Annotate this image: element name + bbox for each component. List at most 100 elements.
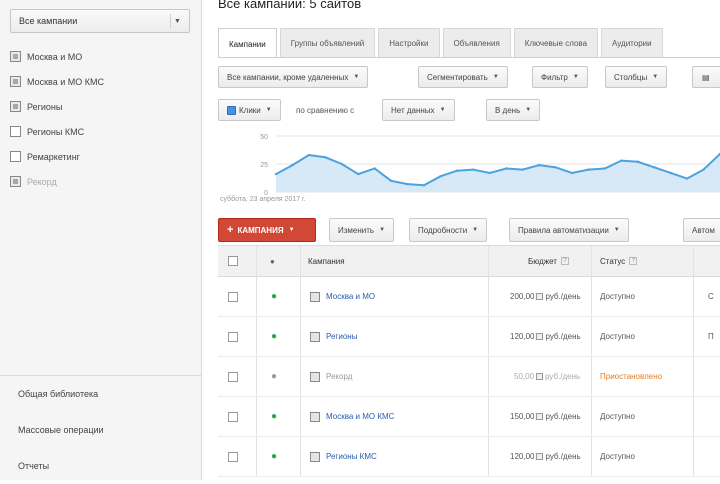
sidebar-item-regions[interactable]: Регионы bbox=[10, 94, 190, 119]
status-filter-dropdown[interactable]: Все кампании, кроме удаленных ▼ bbox=[218, 66, 369, 88]
campaign-link[interactable]: Регионы КМС bbox=[326, 452, 377, 461]
chevron-down-icon: ▼ bbox=[613, 227, 620, 233]
chart-point[interactable] bbox=[324, 156, 327, 159]
bulk-operations-link[interactable]: Массовые операции bbox=[0, 412, 202, 448]
select-all-checkbox[interactable] bbox=[228, 246, 238, 276]
chart-point[interactable] bbox=[505, 167, 508, 170]
chart-point[interactable] bbox=[373, 167, 376, 170]
table-header: ● Кампания Бюджет? Статус? bbox=[218, 245, 720, 277]
chart-point[interactable] bbox=[554, 166, 557, 169]
details-dropdown[interactable]: Подробности ▼ bbox=[409, 218, 488, 242]
help-icon[interactable]: ? bbox=[629, 257, 638, 265]
chart-point[interactable] bbox=[702, 168, 705, 171]
edit-icon[interactable] bbox=[536, 293, 544, 300]
row-checkbox[interactable] bbox=[228, 397, 238, 436]
status-column-header[interactable]: ● bbox=[270, 246, 275, 276]
compare-metric-dropdown[interactable]: Нет данных ▼ bbox=[382, 99, 455, 121]
sidebar-item-record[interactable]: Рекорд bbox=[10, 169, 190, 194]
campaign-link[interactable]: Регионы bbox=[326, 332, 357, 341]
campaign-type-icon bbox=[310, 331, 320, 342]
row-checkbox[interactable] bbox=[228, 357, 238, 396]
campaign-column-header[interactable]: Кампания bbox=[308, 246, 345, 276]
edit-icon[interactable] bbox=[536, 453, 544, 460]
chart-point[interactable] bbox=[653, 166, 656, 169]
tab-keywords[interactable]: Ключевые слова bbox=[513, 28, 599, 57]
table-row[interactable]: ● Москва и МО 200,00 руб./день Доступно С bbox=[218, 277, 720, 317]
table-row[interactable]: ● Регионы 120,00 руб./день Доступно П bbox=[218, 317, 720, 357]
tab-ads[interactable]: Объявления bbox=[442, 28, 511, 57]
column-divider bbox=[256, 397, 257, 436]
tab-ad-groups[interactable]: Группы объявлений bbox=[279, 28, 376, 57]
segment-label: Сегментировать bbox=[427, 72, 488, 82]
row-checkbox[interactable] bbox=[228, 277, 238, 316]
edit-dropdown[interactable]: Изменить ▼ bbox=[329, 218, 395, 242]
chart-point[interactable] bbox=[291, 163, 294, 167]
campaign-scope-select[interactable]: Все кампании ▼ bbox=[10, 9, 190, 33]
chart-point[interactable] bbox=[488, 171, 491, 175]
budget-unit: руб./день bbox=[545, 332, 581, 341]
help-icon[interactable]: ? bbox=[560, 257, 569, 265]
chart-point[interactable] bbox=[603, 167, 607, 170]
chart-point[interactable] bbox=[357, 172, 360, 176]
chart-point[interactable] bbox=[406, 182, 409, 186]
campaign-link[interactable]: Москва и МО bbox=[326, 292, 375, 301]
row-checkbox[interactable] bbox=[228, 317, 238, 356]
chart-point[interactable] bbox=[472, 168, 475, 171]
chevron-down-icon: ▼ bbox=[652, 74, 659, 80]
budget-column-header[interactable]: Бюджет? bbox=[528, 246, 569, 276]
campaign-icon bbox=[10, 51, 21, 62]
segment-dropdown[interactable]: Сегментировать ▼ bbox=[418, 66, 508, 88]
shared-library-link[interactable]: Общая библиотека bbox=[0, 376, 202, 412]
tab-campaigns[interactable]: Кампании bbox=[218, 28, 277, 57]
paused-status-icon[interactable]: ● bbox=[271, 357, 277, 396]
campaign-link[interactable]: Москва и МО КМС bbox=[326, 412, 394, 421]
enabled-status-icon[interactable]: ● bbox=[271, 277, 277, 316]
table-row[interactable]: ● Рекорд 50,00 руб./день Приостановлено bbox=[218, 357, 720, 397]
automation-rules-dropdown[interactable]: Правила автоматизации ▼ bbox=[509, 218, 629, 242]
edit-icon[interactable] bbox=[536, 373, 544, 380]
chart-point[interactable] bbox=[455, 169, 459, 172]
columns-dropdown[interactable]: Столбцы ▼ bbox=[605, 66, 668, 88]
edit-icon[interactable] bbox=[536, 333, 544, 340]
sidebar-item-moscow[interactable]: Москва и МО bbox=[10, 44, 190, 69]
enabled-status-icon[interactable]: ● bbox=[271, 437, 277, 476]
enabled-status-icon[interactable]: ● bbox=[271, 397, 277, 436]
chart-point[interactable] bbox=[389, 179, 393, 182]
chart-point[interactable] bbox=[685, 177, 689, 180]
sidebar-item-moscow-kms[interactable]: Москва и МО КМС bbox=[10, 69, 190, 94]
checkbox-box bbox=[228, 331, 238, 342]
granularity-dropdown[interactable]: В день ▼ bbox=[486, 99, 541, 121]
chart-point[interactable] bbox=[587, 168, 590, 171]
chart-point[interactable] bbox=[620, 159, 623, 162]
row-checkbox[interactable] bbox=[228, 437, 238, 476]
campaign-link[interactable]: Рекорд bbox=[326, 372, 352, 381]
chevron-down-icon[interactable]: ▼ bbox=[170, 14, 184, 28]
automate-dropdown[interactable]: Автом bbox=[683, 218, 720, 242]
table-row[interactable]: ● Москва и МО КМС 150,00 руб./день Доступ… bbox=[218, 397, 720, 437]
metric-dropdown[interactable]: Клики ▼ bbox=[218, 99, 281, 121]
chart-point[interactable] bbox=[669, 171, 672, 175]
chart-point[interactable] bbox=[422, 184, 426, 187]
filter-dropdown[interactable]: Фильтр ▼ bbox=[532, 66, 588, 88]
edit-icon[interactable] bbox=[536, 413, 544, 420]
chart-point[interactable] bbox=[537, 163, 541, 167]
campaign-cell: Регионы КМС bbox=[310, 437, 377, 476]
chart-point[interactable] bbox=[636, 160, 639, 163]
status-text-column-header[interactable]: Статус? bbox=[600, 246, 638, 276]
chart-point[interactable] bbox=[570, 171, 574, 175]
column-divider bbox=[591, 357, 592, 396]
tab-settings[interactable]: Настройки bbox=[378, 28, 440, 57]
chart-point[interactable] bbox=[307, 153, 311, 157]
sidebar-item-regions-kms[interactable]: Регионы КМС bbox=[10, 119, 190, 144]
tab-audiences[interactable]: Аудитории bbox=[601, 28, 663, 57]
sidebar-item-remarketing[interactable]: Ремаркетинг bbox=[10, 144, 190, 169]
chart-toggle-button[interactable]: ▤ bbox=[692, 66, 720, 88]
chart-point[interactable] bbox=[274, 172, 278, 176]
reports-link[interactable]: Отчеты bbox=[0, 448, 202, 484]
chart-point[interactable] bbox=[439, 175, 442, 178]
add-campaign-button[interactable]: + КАМПАНИЯ ▼ bbox=[218, 218, 316, 242]
enabled-status-icon[interactable]: ● bbox=[271, 317, 277, 356]
table-row[interactable]: ● Регионы КМС 120,00 руб./день Доступно bbox=[218, 437, 720, 477]
chart-point[interactable] bbox=[340, 162, 343, 166]
chart-point[interactable] bbox=[521, 168, 524, 171]
